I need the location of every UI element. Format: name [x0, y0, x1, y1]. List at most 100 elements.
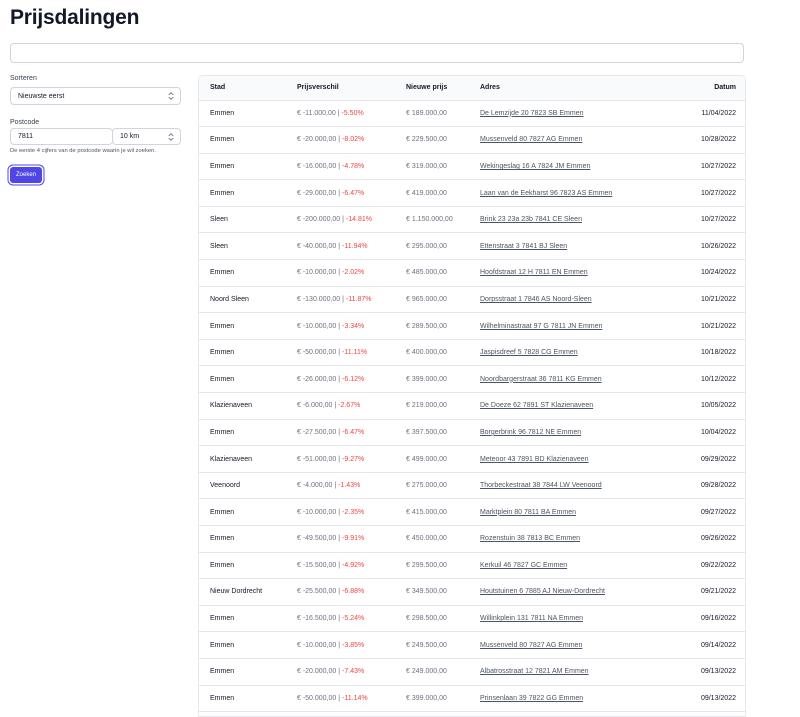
cell-city: Emmen [199, 126, 297, 154]
address-link[interactable]: Wilhelminastraat 97 G 7811 JN Emmen [480, 323, 602, 330]
cell-address: Houtstuinen 6 7885 AJ Nieuw-Dordrecht [480, 578, 669, 606]
price-diff-percent: -3.85% [342, 641, 365, 649]
sort-select[interactable]: Nieuwste eerst [10, 87, 181, 105]
postcode-input[interactable] [10, 128, 113, 145]
cell-price-diff: € -25.500,00 | -6.88% [297, 578, 406, 606]
cell-city: Emmen [199, 552, 297, 580]
address-link[interactable]: Laan van de Eekharst 96 7823 AS Emmen [480, 190, 612, 197]
address-link[interactable]: Kerkuil 46 7827 GC Emmen [480, 562, 567, 569]
cell-address: Mussenveld 80 7827 AG Emmen [480, 126, 669, 154]
address-link[interactable]: Thorbeckestraat 38 7844 LW Veenoord [480, 482, 602, 489]
distance-select[interactable]: 10 km [112, 128, 181, 145]
price-diff-amount: € -50.000,00 [297, 694, 337, 702]
cell-new-price: € 399.000,00 [406, 685, 480, 713]
price-diff-amount: € -130.000,00 [297, 295, 341, 303]
price-diff-amount: € -40.000,00 [297, 242, 337, 250]
cell-city: Emmen [199, 685, 297, 713]
address-link[interactable]: Jaspisdreef 5 7828 CG Emmen [480, 349, 578, 356]
cell-date: 09/13/2022 [669, 658, 745, 686]
cell-price-diff: € -10.000,00 | -3.34% [297, 312, 406, 340]
table-row: Emmen € -16.000,00 | -4.78% € 319.000,00 We… [199, 153, 745, 181]
table-row: Emmen € -50.000,00 | -11.14% € 399.000,00 P… [199, 685, 745, 713]
cell-city: Emmen [199, 312, 297, 340]
cell-date: 09/26/2022 [669, 525, 745, 553]
price-diff-amount: € -20.000,00 [297, 136, 337, 144]
cell-new-price: € 499.000,00 [406, 445, 480, 473]
price-diff-percent: -11.11% [342, 349, 368, 357]
address-link[interactable]: Rozenstuin 38 7813 BC Emmen [480, 535, 580, 542]
cell-new-price: € 298.500,00 [406, 605, 480, 633]
cell-date: 09/13/2022 [669, 685, 745, 713]
address-link[interactable]: Houtstuinen 6 7885 AJ Nieuw-Dordrecht [480, 588, 605, 595]
cell-price-diff: € -20.000,00 | -8.02% [297, 126, 406, 154]
address-link[interactable]: Albatrosstraat 12 7821 AM Emmen [480, 668, 589, 675]
header-new-price[interactable]: Nieuwe prijs [406, 76, 480, 101]
address-link[interactable]: De Doeze 62 7891 ST Klazienaveen [480, 402, 593, 409]
address-link[interactable]: Mussenveld 80 7827 AG Emmen [480, 136, 582, 143]
cell-price-diff: € -15.500,00 | -4.92% [297, 552, 406, 580]
price-diff-amount: € -26.000,00 [297, 375, 337, 383]
cell-date: 10/27/2022 [669, 179, 745, 207]
price-diff-percent: -5.50% [341, 109, 364, 117]
table-row: Noord Sleen € -130.000,00 | -11.87% € 965.… [199, 286, 745, 314]
table-row: Sleen € -40.000,00 | -11.94% € 295.000,00 E… [199, 232, 745, 261]
address-link[interactable]: Wekingeslag 16 A 7824 JM Emmen [480, 163, 590, 170]
search-button[interactable]: Zoeken [10, 167, 42, 183]
cell-price-diff: € -27.500,00 | -6.47% [297, 419, 406, 447]
address-link[interactable]: Dorpsstraat 1 7846 AS Noord-Sleen [480, 296, 592, 303]
price-diff-percent: -6.47% [342, 189, 365, 197]
cell-price-diff: € -40.000,00 | -11.94% [297, 232, 406, 261]
cell-new-price: € 450.000,00 [406, 525, 480, 553]
address-link[interactable]: Meteoor 43 7891 BD Klazienaveen [480, 456, 589, 463]
header-city[interactable]: Stad [199, 76, 297, 101]
cell-new-price: € 400.000,00 [406, 339, 480, 367]
table-row: Nieuw Dordrecht € -25.500,00 | -6.88% € 34… [199, 578, 745, 606]
header-price-diff[interactable]: Prijsverschil [297, 76, 406, 101]
address-link[interactable]: Ettenstraat 3 7841 BJ Sleen [480, 243, 567, 250]
price-diff-amount: € -49.500,00 [297, 535, 337, 543]
cell-new-price: € 289.500,00 [406, 312, 480, 340]
cell-city: Sleen [199, 232, 297, 261]
search-input[interactable] [10, 43, 744, 63]
cell-new-price: € 299.500,00 [406, 552, 480, 580]
table-row: Emmen € -10.000,00 | -3.34% € 289.500,00 Wi… [199, 312, 745, 340]
distance-select-value: 10 km [120, 133, 140, 140]
table-row: Klazienaveen € -51.000,00 | -9.27% € 499.0… [199, 445, 745, 473]
address-link[interactable]: Borgerbrink 96 7812 NE Emmen [480, 429, 581, 436]
cell-address: Hoofdstraat 12 H 7811 EN Emmen [480, 259, 669, 287]
cell-address: Noordbargerstraat 36 7811 KG Emmen [480, 365, 669, 394]
address-link[interactable]: Noordbargerstraat 36 7811 KG Emmen [480, 376, 602, 383]
price-diff-percent: -2.02% [342, 269, 365, 277]
price-diff-percent: -9.27% [342, 455, 365, 463]
cell-new-price: € 397.500,00 [406, 419, 480, 447]
price-diff-amount: € -20.000,00 [297, 668, 337, 676]
page-title: Prijsdalingen [10, 6, 140, 29]
cell-date: 09/16/2022 [669, 605, 745, 633]
cell-city: Emmen [199, 259, 297, 287]
address-link[interactable]: Marktplein 80 7811 BA Emmen [480, 509, 576, 516]
address-link[interactable]: Brink 23 23a 23b 7841 CE Sleen [480, 216, 582, 223]
address-link[interactable]: Mussenveld 80 7827 AG Emmen [480, 642, 582, 649]
cell-city: Veenoord [199, 472, 297, 500]
price-diff-percent: -9.91% [342, 535, 365, 543]
cell-date: 09/28/2022 [669, 472, 745, 500]
address-link[interactable]: Prinsenlaan 39 7822 GG Emmen [480, 695, 583, 702]
cell-date: 09/29/2022 [669, 445, 745, 473]
header-date[interactable]: Datum [669, 76, 745, 101]
select-chevron-icon [168, 92, 174, 100]
cell-city: Emmen [199, 153, 297, 181]
cell-address: Ettenstraat 3 7841 BJ Sleen [480, 232, 669, 261]
cell-city: Sleen [199, 206, 297, 234]
cell-address: Wekingeslag 16 A 7824 JM Emmen [480, 153, 669, 181]
price-diff-amount: € -6.000,00 [297, 402, 333, 410]
address-link[interactable]: De Lemzijde 20 7823 SB Emmen [480, 110, 584, 117]
table-row: Emmen € -10.000,00 | -2.02% € 485.000,00 Ho… [199, 259, 745, 287]
price-diff-amount: € -51.000,00 [297, 455, 337, 463]
header-address[interactable]: Adres [480, 76, 669, 101]
cell-date: 09/14/2022 [669, 631, 745, 659]
price-diff-percent: -3.34% [342, 322, 365, 330]
address-link[interactable]: Hoofdstraat 12 H 7811 EN Emmen [480, 269, 588, 276]
price-diff-percent: -2.35% [342, 508, 365, 516]
sort-label: Sorteren [10, 75, 37, 82]
address-link[interactable]: Willinkplein 131 7811 NA Emmen [480, 615, 583, 622]
